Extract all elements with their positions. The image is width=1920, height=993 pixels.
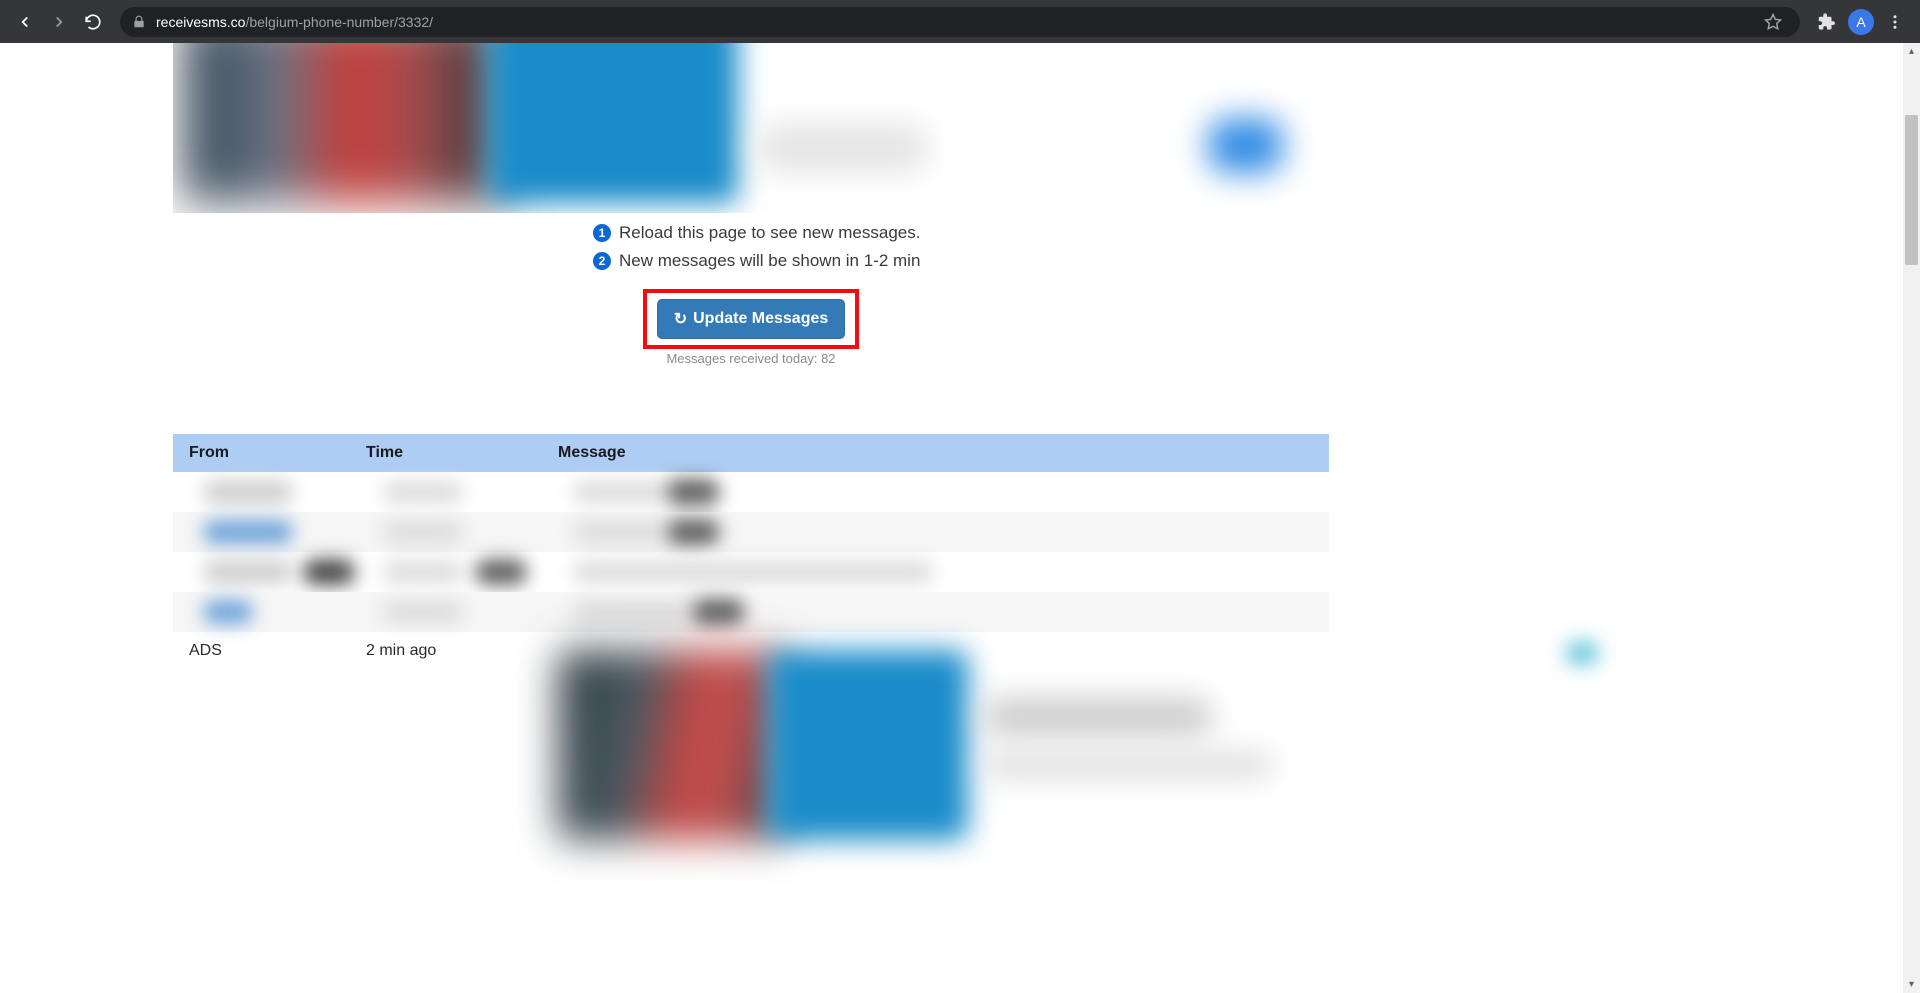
table-row [173, 472, 1329, 512]
blurred-time [383, 601, 463, 623]
badge-2-icon: 2 [593, 252, 611, 270]
blurred-msg [573, 561, 933, 583]
update-section: ↻ Update Messages Messages received toda… [155, 289, 1480, 366]
table-body: ADS 2 min ago [173, 472, 1329, 842]
blurred-from [203, 520, 293, 544]
blurred-from [203, 600, 253, 624]
back-button[interactable] [10, 7, 40, 37]
info-text-2: New messages will be shown in 1-2 min [619, 251, 920, 271]
blurred-from [203, 480, 293, 504]
blurred-time [383, 481, 463, 503]
ad-subtitle-blur [983, 752, 1273, 778]
profile-avatar[interactable]: A [1848, 9, 1874, 35]
update-messages-button[interactable]: ↻ Update Messages [657, 299, 846, 339]
info-line-2: 2 New messages will be shown in 1-2 min [593, 251, 1480, 271]
page-viewport: 1 Reload this page to see new messages. … [0, 43, 1920, 993]
scroll-down-icon[interactable]: ▾ [1903, 976, 1920, 993]
badge-1-icon: 1 [593, 224, 611, 242]
header-from: From [173, 444, 366, 462]
extensions-icon[interactable] [1812, 7, 1842, 37]
toolbar-right: A [1812, 7, 1910, 37]
address-bar[interactable]: receivesms.co/belgium-phone-number/3332/ [120, 7, 1800, 37]
scroll-thumb[interactable] [1905, 115, 1918, 265]
blurred-badge [668, 479, 720, 505]
url-domain: receivesms.co [156, 14, 245, 30]
blurred-badge [668, 519, 720, 545]
ad-title-blur [983, 697, 1213, 737]
header-message: Message [558, 444, 1329, 462]
update-button-label: Update Messages [693, 310, 828, 328]
forward-button[interactable] [44, 7, 74, 37]
ad-button-blur [1208, 118, 1283, 173]
ad-blue-blur [768, 650, 968, 840]
blurred-time [383, 521, 463, 543]
ad-image-blur [558, 650, 783, 840]
browser-toolbar: receivesms.co/belgium-phone-number/3332/… [0, 0, 1920, 43]
blurred-badge [303, 559, 355, 585]
url-text: receivesms.co/belgium-phone-number/3332/ [156, 14, 1748, 30]
vertical-scrollbar[interactable]: ▴ ▾ [1903, 43, 1920, 993]
ad-text-blur [758, 123, 928, 173]
blurred-badge [475, 559, 527, 585]
ad-blue-blur [488, 43, 738, 203]
ads-message-cell [558, 642, 1329, 842]
table-row [173, 552, 1329, 592]
bookmark-star-icon[interactable] [1758, 7, 1788, 37]
avatar-letter: A [1856, 14, 1865, 30]
ads-time: 2 min ago [366, 642, 558, 842]
table-row [173, 512, 1329, 552]
top-ad-banner [173, 43, 1323, 213]
ads-row: ADS 2 min ago [173, 632, 1329, 842]
scroll-up-icon[interactable]: ▴ [1903, 43, 1920, 60]
info-block: 1 Reload this page to see new messages. … [155, 223, 1480, 271]
info-line-1: 1 Reload this page to see new messages. [593, 223, 1480, 243]
highlight-box: ↻ Update Messages [643, 289, 860, 349]
info-text-1: Reload this page to see new messages. [619, 223, 920, 243]
browser-menu-icon[interactable] [1880, 7, 1910, 37]
blurred-time [383, 561, 463, 583]
bottom-ad-banner [558, 642, 1288, 842]
ads-from: ADS [173, 642, 366, 842]
ad-image-blur [183, 43, 503, 203]
table-row [173, 592, 1329, 632]
lock-icon [132, 15, 146, 29]
reload-button[interactable] [78, 7, 108, 37]
refresh-icon: ↻ [674, 309, 687, 329]
table-header-row: From Time Message [173, 434, 1329, 472]
messages-table: From Time Message [173, 434, 1329, 842]
url-path: /belgium-phone-number/3332/ [245, 14, 433, 30]
ad-corner-blur [1566, 642, 1598, 664]
blurred-from [203, 560, 293, 584]
blurred-badge [693, 599, 745, 625]
content-wrap: 1 Reload this page to see new messages. … [155, 43, 1480, 842]
header-time: Time [366, 444, 558, 462]
messages-count-text: Messages received today: 82 [173, 351, 1329, 366]
blurred-msg [573, 601, 713, 623]
